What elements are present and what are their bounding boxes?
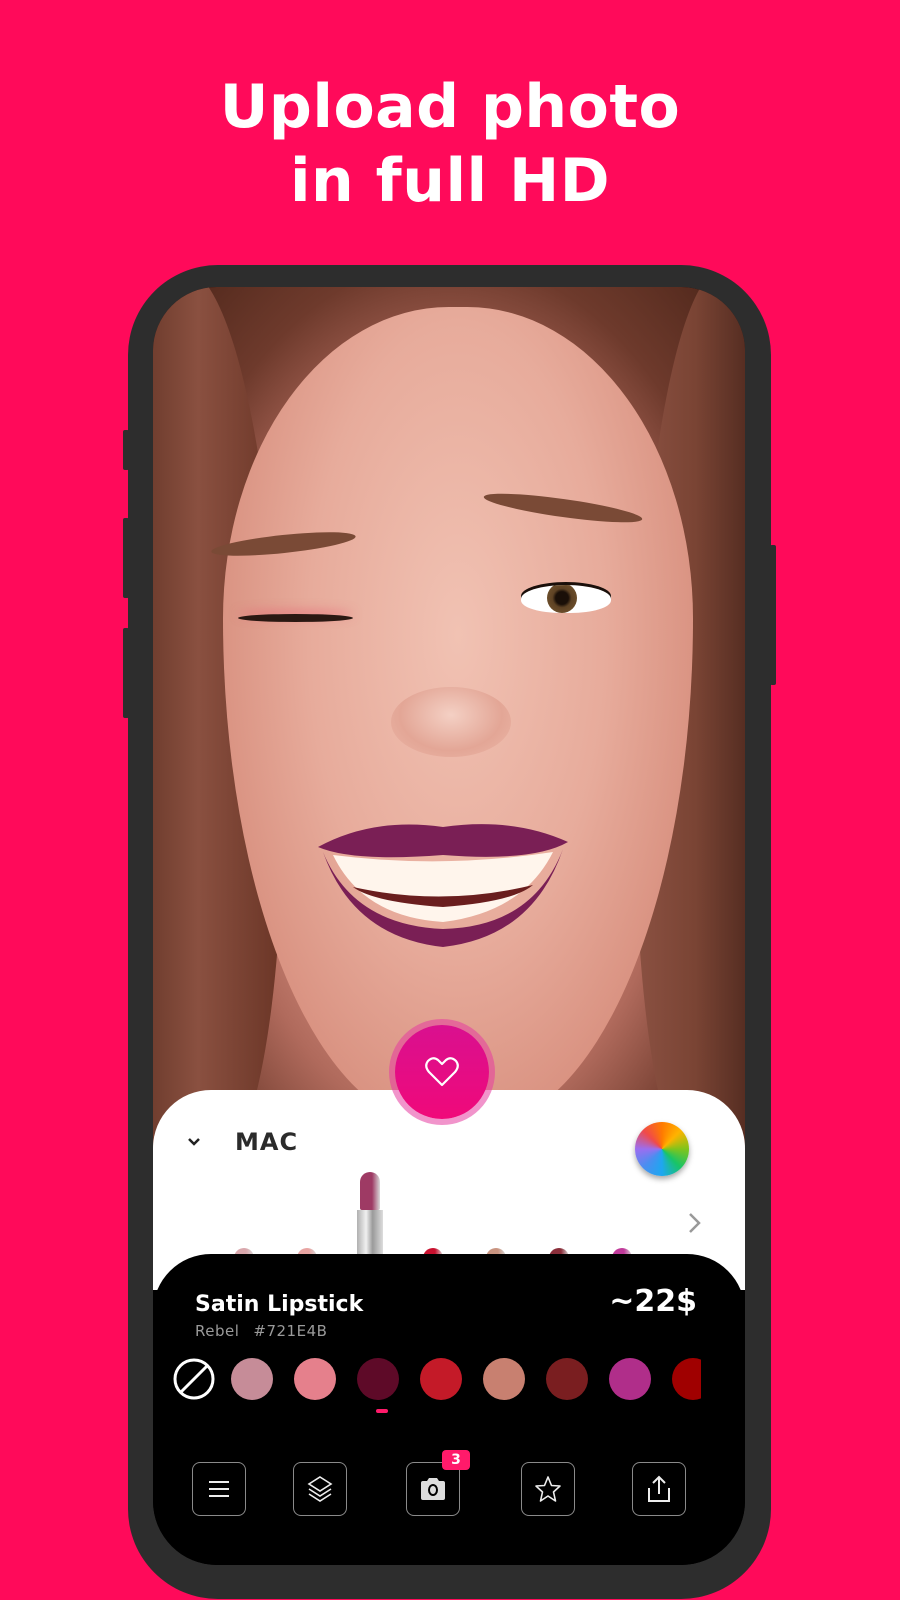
face-photo [153, 287, 745, 1147]
headline: Upload photo in full HD [0, 70, 900, 218]
open-eye [521, 585, 611, 613]
color-swatch[interactable] [483, 1358, 525, 1400]
star-icon [535, 1476, 561, 1502]
no-color-icon[interactable] [173, 1358, 215, 1400]
app-screen: MAC Satin Lipstick Rebel #721E4B ~22$ 3 [153, 287, 745, 1565]
product-name: Satin Lipstick [195, 1292, 364, 1317]
favorites-button[interactable] [521, 1462, 575, 1516]
share-icon [648, 1475, 670, 1502]
brand-name: MAC [235, 1128, 299, 1156]
headline-line-2: in full HD [289, 146, 611, 216]
favorite-button[interactable] [395, 1025, 489, 1119]
headline-line-1: Upload photo [219, 72, 681, 142]
phone-volume-down-button [123, 628, 129, 718]
brand-selector[interactable]: MAC [183, 1128, 298, 1156]
shade-hex: #721E4B [253, 1322, 328, 1340]
menu-button[interactable] [192, 1462, 246, 1516]
color-swatch[interactable] [420, 1358, 462, 1400]
selected-swatch-indicator [376, 1409, 388, 1413]
layers-icon [307, 1476, 333, 1502]
color-swatch[interactable] [231, 1358, 273, 1400]
product-price: ~22$ [609, 1284, 697, 1319]
product-sheet: Satin Lipstick Rebel #721E4B ~22$ 3 [153, 1254, 745, 1565]
color-swatch[interactable] [294, 1358, 336, 1400]
nose [391, 687, 511, 757]
chevron-down-icon[interactable] [183, 1131, 205, 1153]
phone-side-button [123, 430, 129, 470]
share-button[interactable] [632, 1462, 686, 1516]
color-swatch[interactable] [609, 1358, 651, 1400]
color-swatch[interactable] [357, 1358, 399, 1400]
camera-badge: 3 [442, 1450, 470, 1470]
phone-power-button [770, 545, 776, 685]
camera-icon [421, 1478, 445, 1500]
menu-icon [209, 1481, 229, 1497]
chevron-right-icon[interactable] [683, 1208, 707, 1238]
shade-name: Rebel [195, 1322, 240, 1340]
lipstick-tube [357, 1210, 383, 1260]
winking-eye [238, 614, 353, 622]
camera-button[interactable]: 3 [406, 1450, 470, 1516]
phone-volume-up-button [123, 518, 129, 598]
color-swatch[interactable] [546, 1358, 588, 1400]
product-shade-info: Rebel #721E4B [195, 1322, 327, 1340]
layers-button[interactable] [293, 1462, 347, 1516]
heart-icon [425, 1057, 459, 1087]
bottom-toolbar: 3 [153, 1450, 745, 1518]
color-swatch[interactable] [672, 1358, 701, 1400]
iris [547, 585, 577, 613]
swatch-row [171, 1358, 701, 1404]
lipstick-bullet [360, 1172, 380, 1210]
lips [318, 824, 568, 947]
